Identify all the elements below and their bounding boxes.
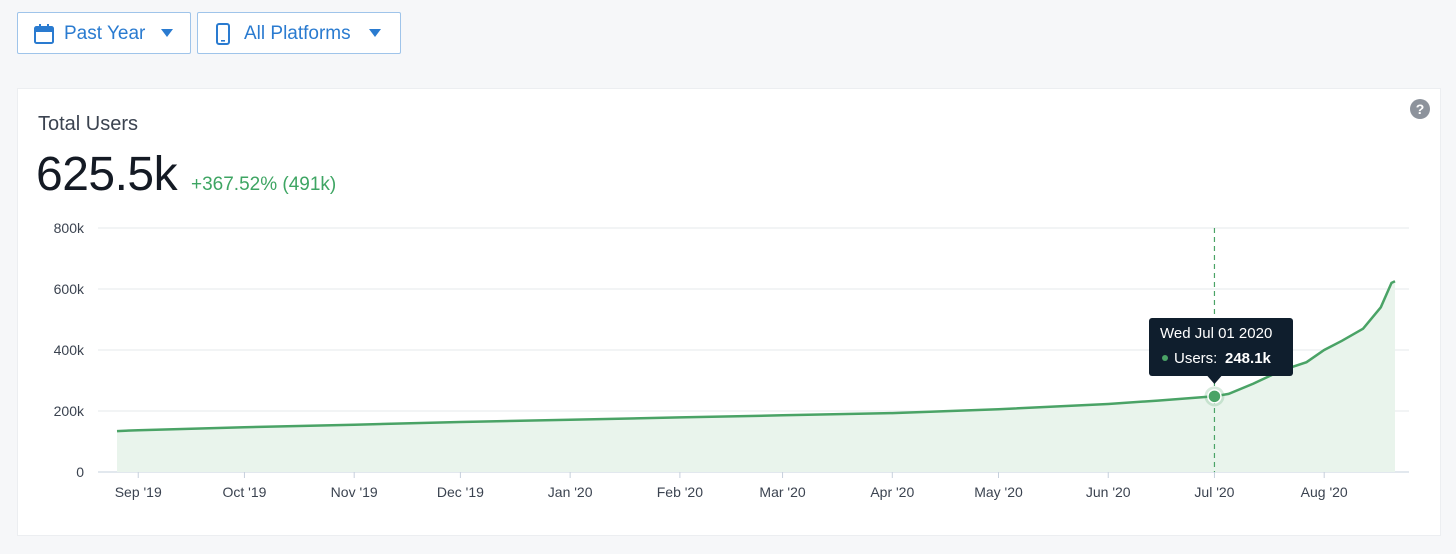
chart-area-fill <box>117 281 1395 472</box>
chevron-down-icon <box>161 29 173 37</box>
hover-point[interactable] <box>1207 389 1222 404</box>
x-tick-label: Feb '20 <box>657 484 703 500</box>
users-chart[interactable]: 0 200k 400k 600k 800k Sep '19 Oct '19 Nov '19 D… <box>18 89 1440 535</box>
date-range-dropdown[interactable]: Past Year <box>17 12 191 54</box>
x-tick-label: Nov '19 <box>331 484 378 500</box>
x-tick-label: May '20 <box>974 484 1023 500</box>
phone-icon <box>216 23 230 45</box>
y-tick-label: 0 <box>76 464 84 480</box>
x-tick-label: Apr '20 <box>870 484 914 500</box>
y-tick-label: 600k <box>54 281 85 297</box>
calendar-icon <box>34 24 54 44</box>
platform-label: All Platforms <box>244 23 351 44</box>
x-tick-label: Jun '20 <box>1086 484 1131 500</box>
x-tick-label: Jul '20 <box>1194 484 1234 500</box>
platform-dropdown[interactable]: All Platforms <box>197 12 401 54</box>
y-tick-label: 200k <box>54 403 85 419</box>
tooltip-series-dot <box>1162 355 1168 361</box>
tooltip-pointer <box>1207 376 1222 384</box>
x-tick-label: Jan '20 <box>548 484 593 500</box>
tooltip-value: 248.1k <box>1225 350 1272 367</box>
y-tick-label: 400k <box>54 342 85 358</box>
tooltip-date: Wed Jul 01 2020 <box>1160 325 1272 342</box>
date-range-label: Past Year <box>64 23 146 44</box>
x-tick-label: Dec '19 <box>437 484 484 500</box>
total-users-card: Total Users 625.5k +367.52% (491k) ? 0 20… <box>17 88 1441 536</box>
x-tick-label: Mar '20 <box>759 484 805 500</box>
chevron-down-icon <box>369 29 381 37</box>
tooltip-label: Users: <box>1174 350 1217 367</box>
x-tick-label: Aug '20 <box>1301 484 1348 500</box>
chart-tooltip: Wed Jul 01 2020 Users: 248.1k <box>1149 318 1293 384</box>
y-tick-label: 800k <box>54 220 85 236</box>
x-tick-label: Sep '19 <box>115 484 162 500</box>
x-tick-label: Oct '19 <box>222 484 266 500</box>
